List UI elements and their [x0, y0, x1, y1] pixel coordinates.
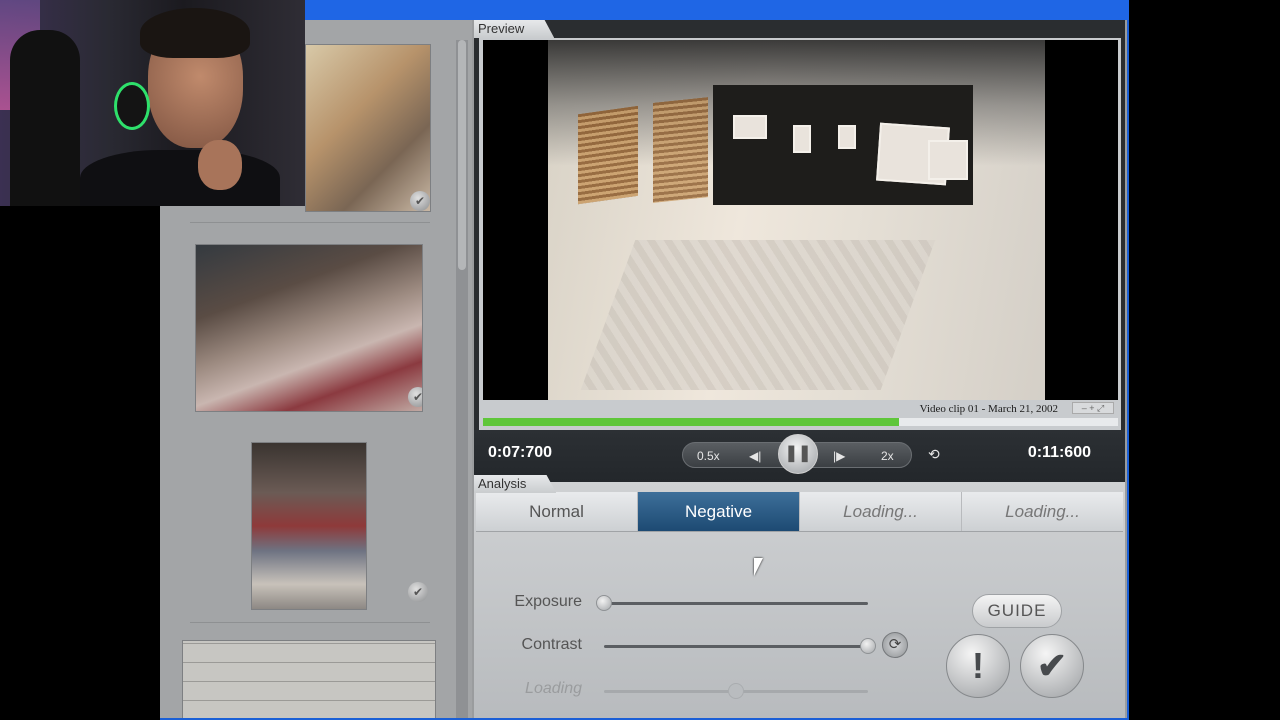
exposure-label: Exposure [514, 593, 582, 610]
main-panel: Preview Video clip 01 - March 21, 2002 –… [474, 20, 1125, 718]
video-window-blinds [578, 105, 638, 205]
mode-loading-1[interactable]: Loading... [800, 492, 962, 531]
check-icon[interactable]: ✔ [410, 191, 430, 211]
contrast-label: Contrast [521, 636, 582, 653]
webcam-chair [10, 30, 80, 206]
webcam-overlay [0, 0, 305, 206]
reset-icon[interactable]: ⟳ [882, 632, 908, 658]
contrast-slider-knob[interactable] [860, 638, 876, 654]
exposure-slider[interactable] [604, 602, 868, 605]
app-title-bar [160, 0, 1129, 20]
check-icon[interactable]: ✔ [408, 582, 428, 602]
guide-button[interactable]: GUIDE [972, 594, 1062, 628]
analysis-mode-tabs: Normal Negative Loading... Loading... [476, 492, 1123, 532]
gallery-scrollbar-thumb[interactable] [458, 40, 466, 270]
video-picture [838, 125, 856, 149]
preview-section-label: Preview [474, 20, 555, 38]
slow-speed-button[interactable]: 0.5x [697, 449, 720, 463]
confirm-button[interactable]: ✔ [1020, 634, 1084, 698]
playback-progress-fill [483, 418, 899, 426]
video-picture [733, 115, 767, 139]
analysis-panel: Normal Negative Loading... Loading... Ex… [474, 475, 1125, 718]
screen: ✔ ✔ ✔ Preview Video clip 01 - March 21, … [0, 0, 1280, 720]
headset-icon [114, 82, 150, 130]
playback-progress-bar[interactable] [483, 418, 1118, 426]
mode-normal[interactable]: Normal [476, 492, 638, 531]
transport-bar: 0:07:700 0.5x ◀| |▶ 2x ❚❚ ⟲ 0:11:600 [474, 430, 1125, 482]
exposure-slider-knob[interactable] [596, 595, 612, 611]
gallery-thumbnail[interactable]: ✔ [195, 244, 423, 412]
video-player[interactable]: Video clip 01 - March 21, 2002 – + ⤢ [483, 40, 1118, 415]
mode-loading-2[interactable]: Loading... [962, 492, 1123, 531]
warning-button[interactable]: ! [946, 634, 1010, 698]
webcam-person-body [80, 150, 280, 206]
check-icon[interactable]: ✔ [408, 387, 422, 407]
step-forward-icon[interactable]: |▶ [833, 449, 845, 463]
video-picture [793, 125, 811, 153]
gallery-thumbnail[interactable] [182, 640, 436, 718]
divider [190, 622, 430, 623]
app-window: ✔ ✔ ✔ Preview Video clip 01 - March 21, … [160, 0, 1129, 720]
video-rug [580, 240, 936, 390]
video-caption: Video clip 01 - March 21, 2002 [919, 403, 1058, 415]
gallery-scrollbar[interactable] [456, 40, 468, 718]
step-back-icon[interactable]: ◀| [749, 449, 761, 463]
fast-speed-button[interactable]: 2x [881, 449, 894, 463]
webcam-person-hair [140, 8, 250, 58]
pause-button[interactable]: ❚❚ [778, 434, 818, 474]
total-time: 0:11:600 [1027, 444, 1091, 461]
video-frame [548, 40, 1045, 400]
current-time: 0:07:700 [488, 444, 553, 461]
preview-frame: Video clip 01 - March 21, 2002 – + ⤢ [479, 38, 1121, 430]
video-picture [928, 140, 968, 180]
mode-negative[interactable]: Negative [638, 492, 800, 531]
zoom-control[interactable]: – + ⤢ [1072, 402, 1114, 414]
divider [190, 222, 430, 223]
gallery-thumbnail[interactable]: ✔ [305, 44, 431, 212]
mouse-cursor-icon [754, 558, 763, 576]
loading-slider-knob [728, 683, 744, 699]
webcam-person-hand [198, 140, 242, 190]
gallery-thumbnail[interactable] [251, 442, 367, 610]
loop-icon[interactable]: ⟲ [928, 446, 940, 463]
analysis-section-label: Analysis [474, 475, 557, 493]
loading-slider-label: Loading [525, 680, 582, 697]
contrast-slider[interactable] [604, 645, 868, 648]
video-window-blinds [653, 97, 708, 203]
